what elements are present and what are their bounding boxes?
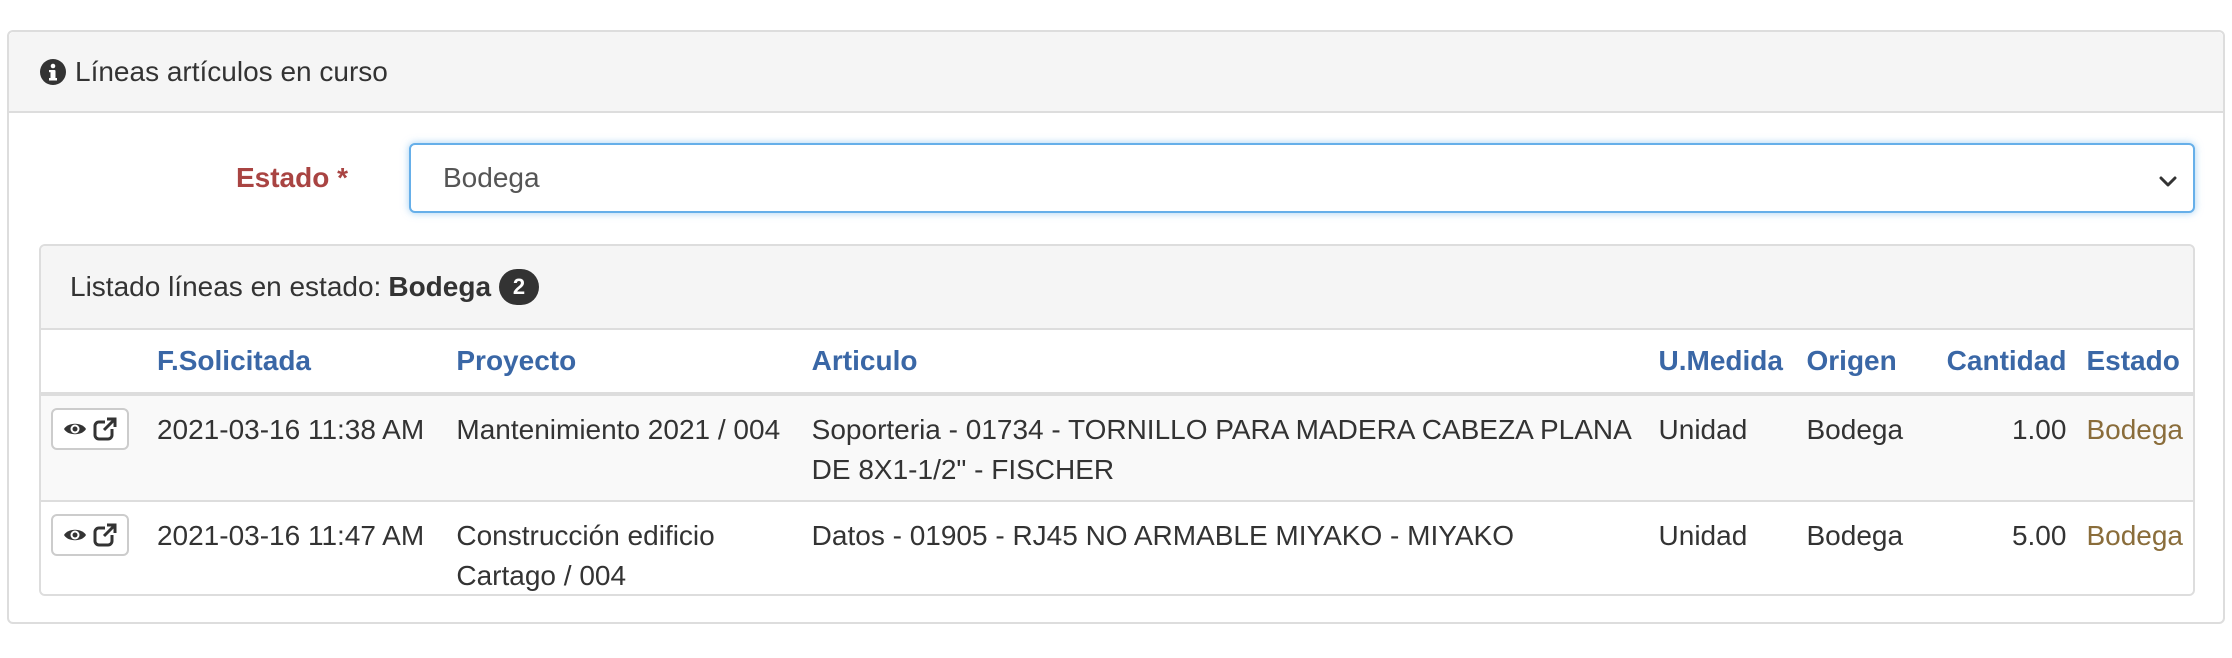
listing-state: Bodega <box>388 271 492 302</box>
listing-heading: Listado líneas en estado: Bodega 2 <box>41 246 2193 330</box>
header-actions <box>41 330 147 396</box>
cell-articulo: Soporteria - 01734 - TORNILLO PARA MADER… <box>801 394 1649 502</box>
cell-origen: Bodega <box>1796 501 1937 594</box>
header-articulo[interactable]: Articulo <box>801 330 1649 396</box>
count-badge: 2 <box>499 269 540 305</box>
table-header-row: F.Solicitada Proyecto Articulo U.Medida … <box>41 330 2193 396</box>
listing-prefix: Listado líneas en estado: <box>70 271 382 302</box>
cell-estado: Bodega <box>2076 394 2193 502</box>
cell-estado: Bodega <box>2076 501 2193 594</box>
eye-icon <box>64 423 86 435</box>
header-proyecto[interactable]: Proyecto <box>446 330 802 396</box>
eye-icon <box>64 529 86 541</box>
cell-umedida: Unidad <box>1648 394 1797 502</box>
estado-select-value: Bodega <box>443 162 540 193</box>
cell-fsolicitada: 2021-03-16 11:38 AM <box>146 394 447 502</box>
cell-fsolicitada: 2021-03-16 11:47 AM <box>146 501 447 594</box>
cell-articulo: Datos - 01905 - RJ45 NO ARMABLE MIYAKO -… <box>801 501 1649 594</box>
lines-table: F.Solicitada Proyecto Articulo U.Medida … <box>41 330 2193 594</box>
header-origen[interactable]: Origen <box>1796 330 1937 396</box>
estado-form-row: Estado * Bodega <box>9 143 2223 213</box>
view-open-button[interactable] <box>51 408 129 450</box>
panel-title: Líneas artículos en curso <box>75 55 388 87</box>
header-fsolicitada[interactable]: F.Solicitada <box>146 330 447 396</box>
cell-proyecto: Construcción edificio Cartago / 004 <box>446 501 802 594</box>
header-estado[interactable]: Estado <box>2076 330 2193 396</box>
info-circle-icon <box>39 58 67 86</box>
table-row: 2021-03-16 11:47 AM Construcción edifici… <box>41 501 2193 594</box>
cell-umedida: Unidad <box>1648 501 1797 594</box>
row-actions <box>41 394 147 502</box>
lines-panel: Líneas artículos en curso Estado * Bodeg… <box>7 30 2225 624</box>
listing-panel: Listado líneas en estado: Bodega 2 F.Sol… <box>39 244 2195 596</box>
external-link-icon <box>93 417 117 441</box>
cell-cantidad: 1.00 <box>1936 394 2077 502</box>
cell-proyecto: Mantenimiento 2021 / 004 <box>446 394 802 502</box>
row-actions <box>41 501 147 594</box>
estado-select[interactable]: Bodega <box>409 143 2195 213</box>
chevron-down-icon <box>2157 167 2179 189</box>
header-umedida[interactable]: U.Medida <box>1648 330 1797 396</box>
external-link-icon <box>93 523 117 547</box>
estado-label: Estado * <box>235 162 348 193</box>
view-open-button[interactable] <box>51 514 129 556</box>
cell-cantidad: 5.00 <box>1936 501 2077 594</box>
table-row: 2021-03-16 11:38 AM Mantenimiento 2021 /… <box>41 394 2193 502</box>
header-cantidad[interactable]: Cantidad <box>1936 330 2077 396</box>
panel-heading: Líneas artículos en curso <box>9 32 2223 113</box>
cell-origen: Bodega <box>1796 394 1937 502</box>
